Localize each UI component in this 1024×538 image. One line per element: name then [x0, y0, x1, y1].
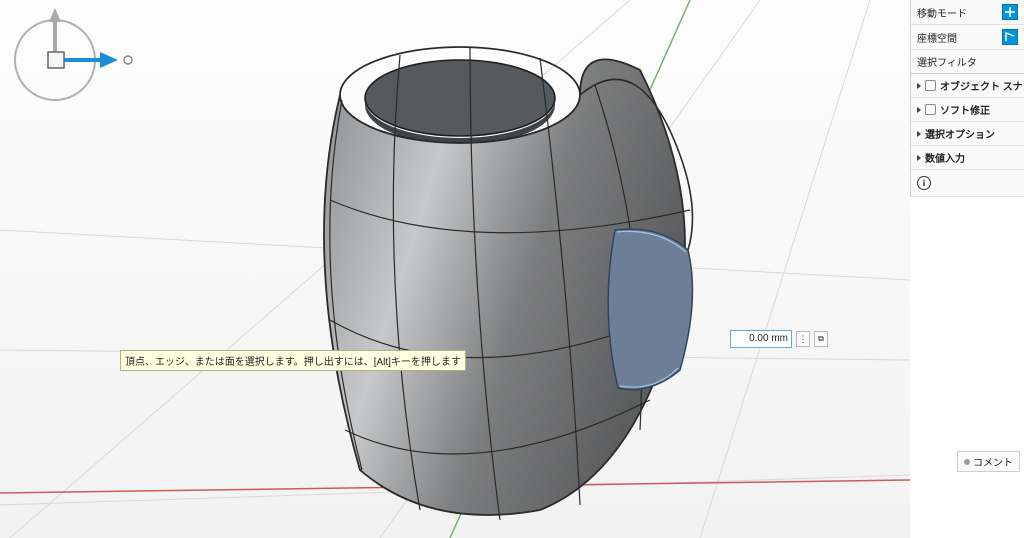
info-icon: i — [917, 176, 931, 190]
select-options-row[interactable]: 選択オプション — [911, 122, 1024, 146]
object-snap-row[interactable]: オブジェクト スナップ — [911, 74, 1024, 98]
grid-plane — [0, 0, 910, 538]
selection-filter-label: 選択フィルタ — [917, 54, 977, 69]
move-mode-icon[interactable] — [1002, 4, 1018, 20]
properties-panel: 移動モード 座標空間 選択フィルタ オブジェクト スナップ ソフト修正 選択オプ… — [910, 0, 1024, 197]
coord-space-icon[interactable] — [1002, 29, 1018, 45]
hint-tooltip: 頂点、エッジ、または面を選択します。押し出すには、[Alt]キーを押します — [120, 350, 466, 371]
chevron-right-icon — [917, 155, 921, 161]
move-mode-label: 移動モード — [917, 5, 967, 20]
comment-label: コメント — [973, 454, 1013, 469]
chevron-right-icon — [917, 107, 921, 113]
selection-filter-row[interactable]: 選択フィルタ — [911, 50, 1024, 74]
soft-mod-label: ソフト修正 — [940, 102, 990, 117]
chevron-right-icon — [917, 131, 921, 137]
dimension-copy-icon[interactable]: ⧉ — [814, 331, 828, 347]
dimension-input[interactable]: 0.00 mm — [730, 330, 792, 348]
model-body[interactable] — [324, 47, 693, 520]
chevron-right-icon — [917, 83, 921, 89]
soft-mod-checkbox[interactable] — [925, 104, 936, 115]
object-snap-checkbox[interactable] — [925, 80, 936, 91]
comment-dot-icon — [964, 459, 970, 465]
coord-space-label: 座標空間 — [917, 30, 957, 45]
object-snap-label: オブジェクト スナップ — [940, 78, 1024, 93]
info-row[interactable]: i — [911, 170, 1024, 197]
dimension-menu-icon[interactable]: ⋮ — [796, 331, 810, 347]
select-options-label: 選択オプション — [925, 126, 995, 141]
viewport-3d[interactable]: 頂点、エッジ、または面を選択します。押し出すには、[Alt]キーを押します 0.… — [0, 0, 910, 538]
coord-space-row[interactable]: 座標空間 — [911, 25, 1024, 50]
numeric-input-row[interactable]: 数値入力 — [911, 146, 1024, 170]
move-mode-row[interactable]: 移動モード — [911, 0, 1024, 25]
comment-button[interactable]: コメント — [957, 451, 1020, 472]
soft-mod-row[interactable]: ソフト修正 — [911, 98, 1024, 122]
selected-face[interactable] — [608, 229, 692, 389]
numeric-input-label: 数値入力 — [925, 150, 965, 165]
dimension-widget: 0.00 mm ⋮ ⧉ — [730, 330, 828, 348]
